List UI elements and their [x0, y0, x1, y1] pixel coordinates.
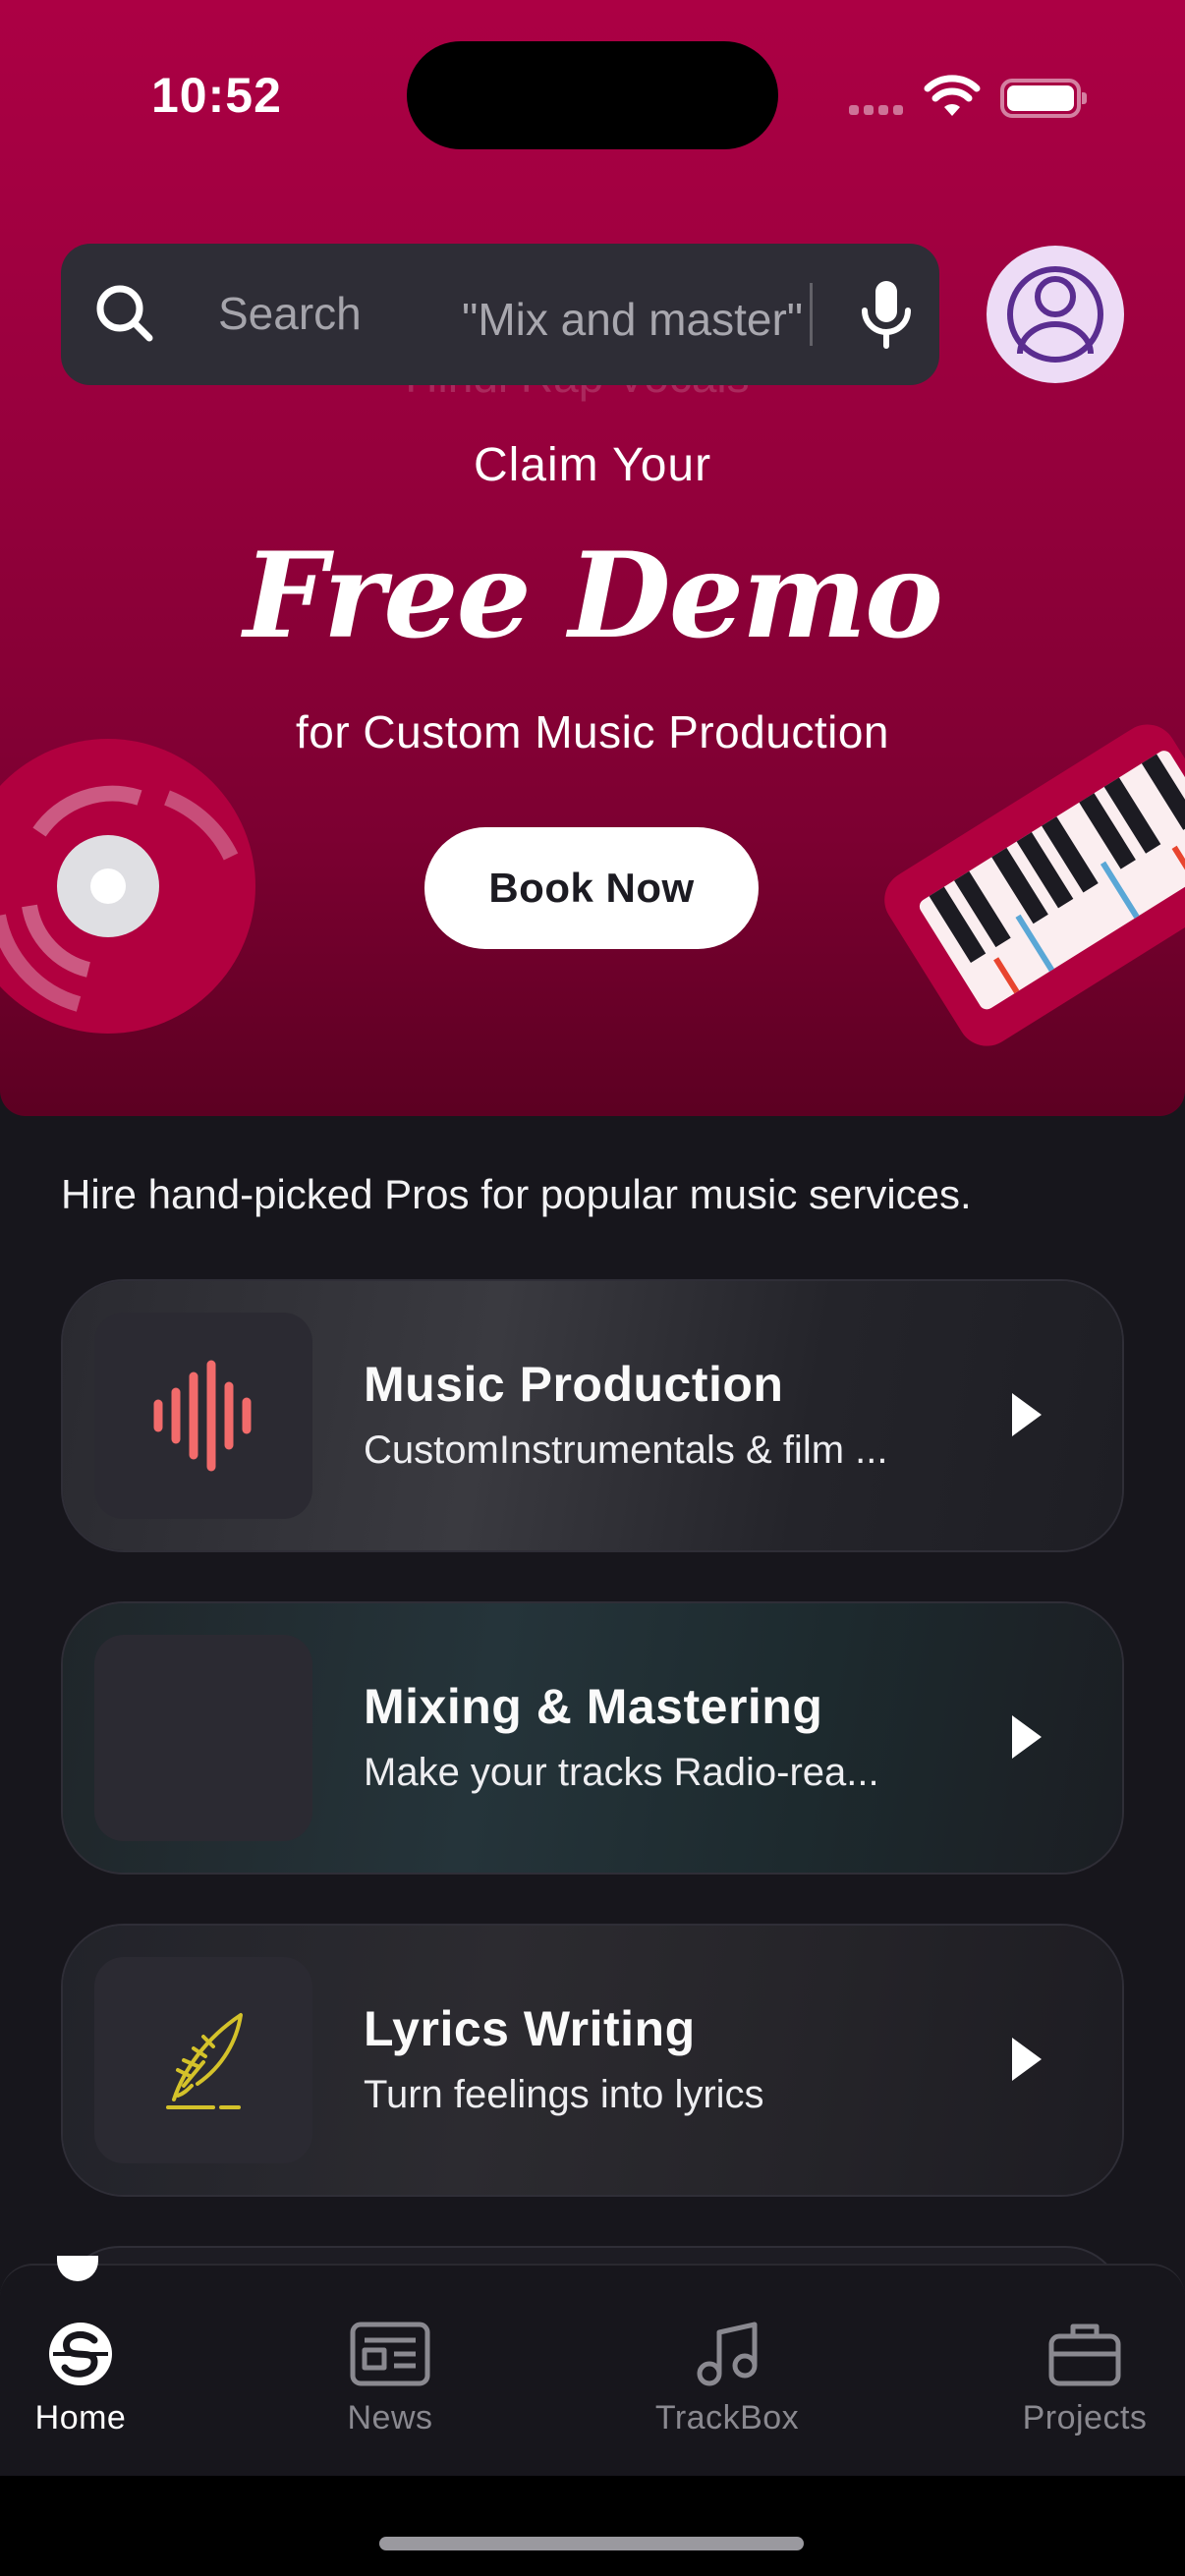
service-icon-tile [94, 1313, 312, 1519]
nav-tab-trackbox[interactable]: TrackBox [629, 2319, 825, 2446]
search-icon [96, 285, 153, 342]
nav-tab-projects[interactable]: Projects [987, 2319, 1183, 2446]
service-subtitle: CustomInstrumentals & film ... [364, 1428, 888, 1472]
book-now-button[interactable]: Book Now [424, 827, 759, 949]
chevron-right-icon [1012, 1715, 1042, 1759]
equalizer-bars-icon [152, 1681, 253, 1795]
service-title: Lyrics Writing [364, 2001, 696, 2056]
hero-headline: Free Demo [243, 527, 943, 665]
briefcase-icon [1048, 2324, 1121, 2386]
chevron-right-icon [1012, 1393, 1042, 1436]
chevron-right-icon [1012, 2038, 1042, 2081]
hero-subheading: Claim Your [473, 439, 712, 491]
quill-icon [166, 2013, 243, 2109]
intro-text: Hire hand-picked Pros for popular music … [61, 1171, 972, 1217]
piano-keyboard-illustration [884, 724, 1185, 1046]
search-label: Search [218, 288, 362, 339]
newspaper-icon [350, 2322, 430, 2386]
music-note-icon [697, 2322, 758, 2386]
status-time: 10:52 [151, 68, 282, 123]
nav-tab-news[interactable]: News [292, 2319, 488, 2446]
battery-icon [1000, 79, 1087, 118]
profile-avatar-button[interactable] [987, 246, 1124, 383]
nav-tab-home[interactable]: Home [0, 2319, 179, 2446]
nav-label: TrackBox [654, 2399, 800, 2436]
wifi-icon [924, 75, 981, 116]
nav-label: News [347, 2399, 433, 2436]
search-hint: "Mix and master" [462, 294, 804, 345]
home-indicator-area [0, 2476, 1185, 2576]
home-indicator[interactable] [379, 2537, 804, 2550]
hero-banner: 10:52 "Hindi Rap Vocals" Search "Mix and… [0, 0, 1185, 1116]
search-bar[interactable]: Search "Mix and master" [61, 244, 939, 385]
vinyl-record-illustration [0, 739, 255, 1034]
search-divider [810, 283, 813, 346]
app-screen: 10:52 "Hindi Rap Vocals" Search "Mix and… [0, 0, 1185, 2576]
cellular-signal-icon [849, 102, 908, 115]
microphone-icon[interactable] [847, 273, 926, 356]
home-logo-icon [49, 2323, 112, 2385]
nav-label: Home [34, 2399, 127, 2436]
sound-wave-icon [153, 1360, 252, 1472]
service-subtitle: Make your tracks Radio-rea... [364, 1751, 879, 1794]
nav-label: Projects [1022, 2399, 1148, 2436]
service-card-music-production[interactable]: Music Production CustomInstrumentals & f… [61, 1279, 1124, 1552]
service-card-lyrics-writing[interactable]: Lyrics Writing Turn feelings into lyrics [61, 1924, 1124, 2197]
service-subtitle: Turn feelings into lyrics [364, 2073, 764, 2116]
service-icon-tile [94, 1635, 312, 1841]
service-title: Music Production [364, 1357, 784, 1412]
service-title: Mixing & Mastering [364, 1679, 823, 1734]
service-icon-tile [94, 1957, 312, 2163]
service-card-mixing-mastering[interactable]: Mixing & Mastering Make your tracks Radi… [61, 1601, 1124, 1875]
user-icon [1007, 266, 1103, 363]
dynamic-island [407, 41, 778, 149]
